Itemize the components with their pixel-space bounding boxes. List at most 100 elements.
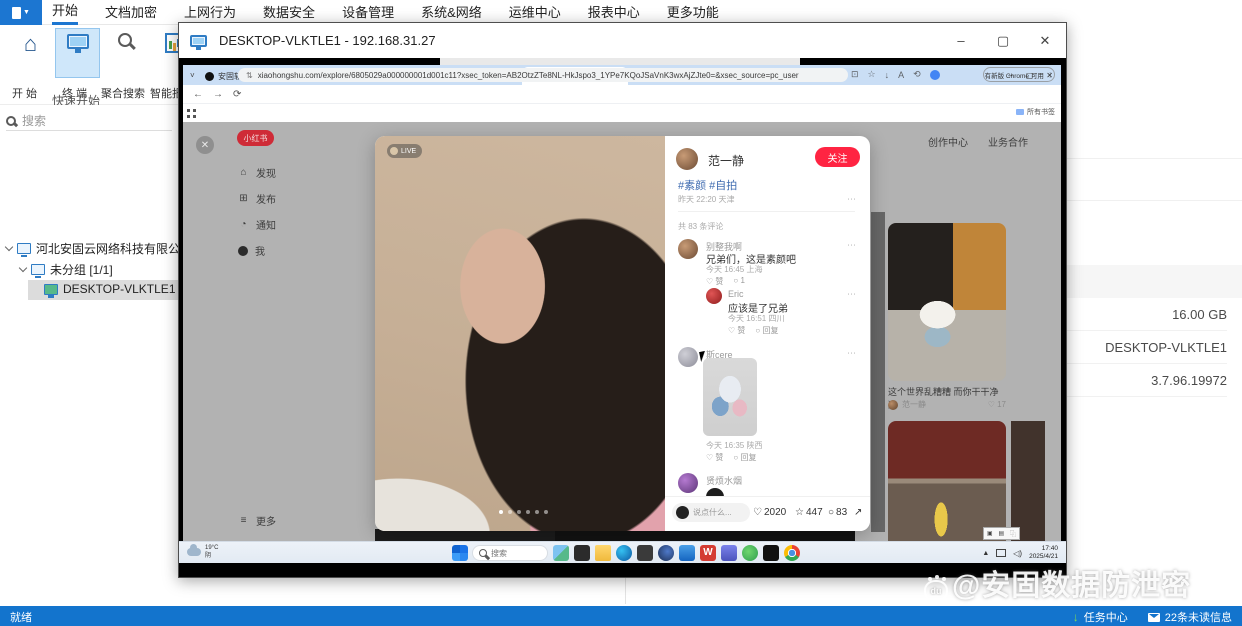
remote-tool-icon[interactable]: ▤ (998, 530, 1004, 537)
reply-count[interactable]: ○ 1 (733, 276, 745, 287)
photos-icon[interactable] (637, 545, 653, 561)
post-photo[interactable]: LIVE (375, 136, 665, 531)
file-explorer-icon[interactable] (595, 545, 611, 561)
chrome-update-pill[interactable]: 有新版 Chrome 可用 ⋮ (983, 67, 1055, 82)
app-main-menu-button[interactable]: ▼ (0, 0, 42, 25)
wps-icon[interactable]: W (700, 545, 716, 561)
remote-window-titlebar[interactable]: DESKTOP-VLKTLE1 - 192.168.31.27 (179, 23, 1066, 58)
tab-search-chevron-icon[interactable]: ˅ (190, 71, 195, 80)
follow-button[interactable]: 关注 (815, 147, 860, 167)
collect-button[interactable]: ☆ 447 (795, 507, 823, 518)
url-bar[interactable]: ⇅ xiaohongshu.com/explore/6805029a000000… (238, 68, 848, 82)
speaker-icon[interactable]: ◁) (1013, 549, 1022, 558)
commenter-avatar[interactable] (678, 347, 698, 367)
all-bookmarks-folder[interactable]: 所有书签 (1016, 107, 1055, 117)
chrome-icon[interactable] (784, 545, 800, 561)
post-hashtags[interactable]: #素颜 #自拍 (678, 177, 737, 193)
commenter-name[interactable]: Eric (728, 289, 744, 299)
commenter-avatar[interactable] (678, 473, 698, 493)
taskbar-clock[interactable]: 17:40 2025/4/21 (1029, 545, 1058, 561)
close-button[interactable]: ✕ (1038, 33, 1052, 49)
share-screen-icon[interactable]: ⊡ (851, 69, 859, 80)
like-action[interactable]: ♡ 赞 (728, 325, 745, 336)
more-icon[interactable]: ⋯ (847, 348, 856, 359)
more-icon[interactable]: ⋯ (847, 289, 856, 300)
remote-tool-icon[interactable]: ⿻ (1010, 529, 1016, 538)
remote-screen[interactable]: ˅ 安固软件的抖音 - 抖音 × 小红书创作服务平台 × 小红书创作服务平台 ×… (179, 58, 1066, 577)
unread-messages-button[interactable]: 22条未读信息 (1147, 609, 1232, 625)
sidebar-search-input[interactable]: 搜索 (6, 111, 172, 131)
feed-card-dog-image[interactable] (888, 223, 1006, 381)
like-action[interactable]: ♡ 赞 (706, 452, 723, 463)
windows-start-button[interactable] (452, 545, 468, 561)
comment-button[interactable]: ○ 83 (828, 507, 847, 518)
download-icon[interactable]: ↓ (885, 70, 890, 80)
forward-icon[interactable]: → (213, 89, 223, 100)
share-button[interactable]: ↗ (854, 507, 862, 518)
feed-card-next-image[interactable] (888, 421, 1006, 541)
ribbon-terminal-button[interactable] (55, 28, 100, 78)
business-coop-link[interactable]: 业务合作 (988, 134, 1028, 149)
taskbar-weather-widget[interactable]: 19°C 阴 (187, 544, 218, 560)
widgets-icon[interactable] (553, 545, 569, 561)
nav-item-discover[interactable]: ⌂ 发现 (238, 165, 276, 180)
nav-item-me[interactable]: 我 (238, 243, 265, 258)
commenter-avatar[interactable] (706, 288, 722, 304)
author-avatar[interactable] (676, 148, 698, 170)
edge-icon[interactable] (616, 545, 632, 561)
maximize-button[interactable]: ▢ (996, 33, 1010, 49)
creator-center-link[interactable]: 创作中心 (928, 134, 968, 149)
feed-card-likes[interactable]: ♡ 17 (988, 400, 1006, 409)
more-icon[interactable]: ⋯ (847, 194, 856, 205)
outlook-icon[interactable] (679, 545, 695, 561)
apps-grid-icon[interactable] (187, 109, 196, 118)
profile-avatar[interactable] (929, 69, 940, 80)
author-name[interactable]: 范一静 (708, 152, 744, 169)
comment-sticker-image[interactable] (703, 358, 757, 436)
history-icon[interactable]: ⟲ (913, 69, 921, 80)
remote-tool-icon[interactable]: ▣ (987, 530, 993, 537)
task-view-icon[interactable] (574, 545, 590, 561)
teams-icon[interactable] (721, 545, 737, 561)
site-info-icon[interactable]: ⇅ (246, 71, 253, 80)
ribbon-home-button[interactable]: ⌂ (8, 28, 53, 78)
menu-item-doc-encrypt[interactable]: 文档加密 (105, 0, 157, 25)
nav-item-more[interactable]: ≡ 更多 (238, 513, 276, 528)
minimize-button[interactable]: – (954, 33, 968, 48)
tray-expand-icon[interactable]: ▲ (982, 550, 989, 557)
task-center-button[interactable]: ↓ 任务中心 (1073, 609, 1128, 625)
comment-actions[interactable]: ♡ 赞 ○ 回复 (706, 452, 756, 463)
reload-icon[interactable]: ⟳ (233, 89, 241, 100)
comment-input[interactable]: 说点什么... (672, 503, 750, 522)
reply-action[interactable]: ○ 回复 (755, 325, 778, 336)
bookmark-star-icon[interactable]: ☆ (868, 69, 876, 80)
carousel-dots[interactable] (499, 510, 548, 514)
commenter-name[interactable]: 贤烦水烟 (706, 474, 742, 487)
live-badge[interactable]: LIVE (387, 144, 423, 158)
capcut-icon[interactable] (763, 545, 779, 561)
reply-action[interactable]: ○ 回复 (733, 452, 756, 463)
comment-actions[interactable]: ♡ 赞 ○ 回复 (728, 325, 778, 336)
wechat-icon[interactable] (742, 545, 758, 561)
menu-item-start[interactable]: 开始 (52, 0, 79, 25)
spinner-app-icon[interactable] (658, 545, 674, 561)
display-tray-icon[interactable] (996, 549, 1007, 557)
remote-control-floatbar[interactable]: ▣ ▤ ⿻ (983, 527, 1020, 540)
translate-icon[interactable]: A (898, 70, 904, 80)
kebab-menu-icon[interactable]: ⋮ (1047, 71, 1054, 79)
nav-item-notifications[interactable]: ◔ 通知 (238, 217, 276, 232)
like-button[interactable]: ♡ 2020 (753, 507, 786, 518)
chevron-down-icon[interactable] (4, 242, 14, 252)
avatar[interactable] (888, 399, 898, 410)
tree-node-ungrouped[interactable]: 未分组 [1/1] (18, 261, 113, 278)
like-action[interactable]: ♡ 赞 (706, 276, 723, 287)
nav-item-publish[interactable]: ⊞ 发布 (238, 191, 276, 206)
more-icon[interactable]: ⋯ (847, 240, 856, 251)
comment-actions[interactable]: ♡ 赞 ○ 1 (706, 276, 745, 287)
chevron-down-icon[interactable] (18, 263, 28, 273)
taskbar-search-box[interactable]: 搜索 (472, 545, 548, 561)
tree-node-desktop-vlktle1[interactable]: DESKTOP-VLKTLE1 (44, 282, 176, 298)
modal-close-button[interactable]: ✕ (196, 136, 214, 154)
commenter-avatar[interactable] (678, 239, 698, 259)
back-icon[interactable]: ← (193, 89, 203, 100)
